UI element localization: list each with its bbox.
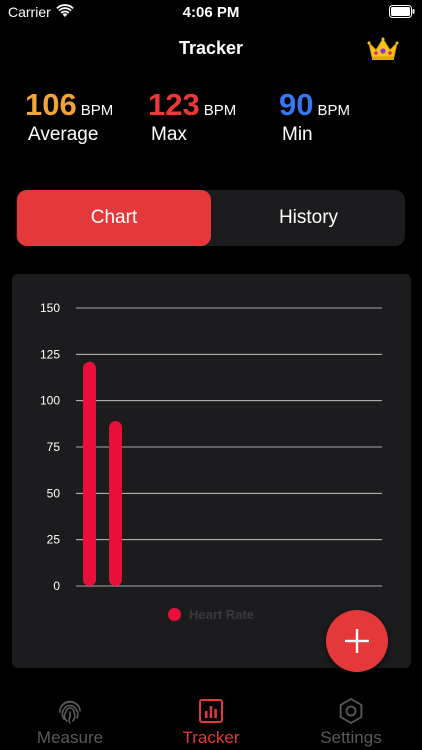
fingerprint-icon	[59, 700, 81, 724]
chart-card: 150 125 100 75 50 25 0 Heart Rate	[12, 274, 411, 668]
stat-min: 90 BPM Min	[279, 88, 350, 146]
chart-bar[interactable]	[83, 361, 96, 586]
legend-swatch	[168, 608, 181, 621]
y-tick-label: 125	[40, 347, 60, 361]
view-segmented-control: Chart History	[16, 190, 405, 246]
battery-icon	[389, 5, 415, 18]
clock: 4:06 PM	[182, 4, 240, 21]
tab-measure[interactable]: Measure	[0, 688, 140, 750]
plus-icon	[345, 629, 369, 653]
y-tick-label: 100	[40, 394, 60, 408]
gear-icon	[339, 697, 363, 725]
crown-icon[interactable]	[366, 36, 400, 62]
y-tick-label: 25	[47, 533, 61, 547]
tab-measure-label: Measure	[36, 728, 104, 747]
tab-settings[interactable]: Settings	[281, 688, 421, 750]
stat-max: 123 BPM Max	[148, 88, 236, 146]
tab-history[interactable]: History	[212, 190, 405, 246]
chart-legend: Heart Rate	[168, 607, 254, 622]
y-tick-label: 150	[40, 301, 60, 315]
page-title: Tracker	[178, 38, 244, 58]
stat-average: 106 BPM Average	[25, 88, 113, 146]
max-label: Max	[151, 124, 187, 145]
average-label: Average	[28, 124, 99, 145]
average-unit: BPM	[80, 102, 114, 119]
tab-tracker-label: Tracker	[182, 728, 240, 747]
min-label: Min	[282, 124, 313, 145]
average-value: 106	[25, 87, 77, 122]
y-tick-label: 75	[47, 440, 61, 454]
tab-settings-label: Settings	[320, 728, 382, 747]
bottom-tab-bar: Measure Tracker Settings	[0, 688, 422, 750]
chart-bar[interactable]	[109, 421, 122, 586]
y-tick-label: 0	[53, 579, 60, 593]
add-measurement-button[interactable]	[326, 610, 388, 672]
tab-chart[interactable]: Chart	[17, 190, 211, 246]
legend-label: Heart Rate	[189, 607, 255, 622]
tab-tracker[interactable]: Tracker	[141, 688, 281, 750]
min-unit: BPM	[317, 102, 350, 119]
y-tick-label: 50	[47, 486, 61, 500]
bar-chart-icon	[199, 699, 223, 723]
max-value: 123	[148, 87, 200, 122]
max-unit: BPM	[203, 102, 237, 119]
status-bar: Carrier 4:06 PM	[0, 0, 422, 24]
min-value: 90	[279, 87, 314, 122]
